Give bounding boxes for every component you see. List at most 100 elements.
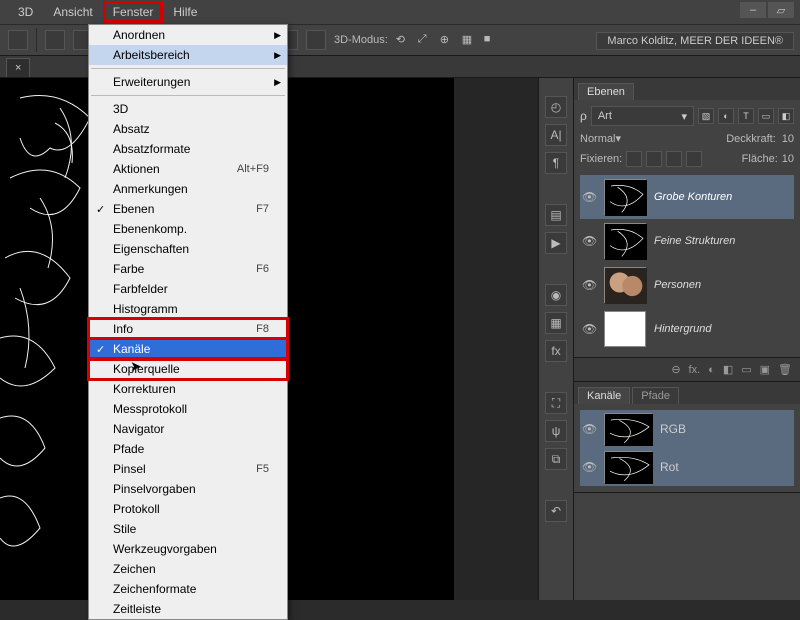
menu-item-pinsel[interactable]: PinselF5 [89,459,287,479]
tool-icon[interactable] [45,30,65,50]
clone-icon[interactable]: ⧉ [545,448,567,470]
visibility-icon[interactable]: 👁 [582,190,596,204]
menu-item-erweiterungen[interactable]: Erweiterungen▶ [89,72,287,92]
menu-hilfe[interactable]: Hilfe [163,1,207,23]
menu-item-kan-le[interactable]: ✓Kanäle [89,339,287,359]
lock-all-icon[interactable] [686,151,702,167]
menu-item-ebenen[interactable]: ✓EbenenF7 [89,199,287,219]
opacity-label: Deckkraft: [726,133,776,145]
3d-icon[interactable]: ⟲ [396,33,410,47]
fenster-dropdown: Anordnen▶Arbeitsbereich▶ Erweiterungen▶ 3D… [88,24,288,620]
filter-adjust-icon[interactable]: ◐ [718,108,734,124]
menu-item-korrekturen[interactable]: Korrekturen [89,379,287,399]
3d-icon[interactable]: ⊕ [440,33,454,47]
layers-footer-icon[interactable]: ▭ [741,363,751,376]
layers-footer-icon[interactable]: ◧ [723,363,733,376]
menu-item-ebenenkomp-[interactable]: Ebenenkomp. [89,219,287,239]
brush-icon[interactable]: ψ [545,420,567,442]
close-icon[interactable]: × [15,62,21,74]
channel-row[interactable]: 👁Rot [580,448,794,486]
menu-item-stile[interactable]: Stile [89,519,287,539]
menu-item-absatzformate[interactable]: Absatzformate [89,139,287,159]
fill-value[interactable]: 10 [782,153,794,165]
kind-icon: ρ [580,109,587,123]
menu-item-werkzeugvorgaben[interactable]: Werkzeugvorgaben [89,539,287,559]
menu-item-arbeitsbereich[interactable]: Arbeitsbereich▶ [89,45,287,65]
history-icon[interactable]: ↶ [545,500,567,522]
filter-pixel-icon[interactable]: ▧ [698,108,714,124]
char-panel-icon[interactable]: A| [545,124,567,146]
filter-shape-icon[interactable]: ▭ [758,108,774,124]
menu-item-protokoll[interactable]: Protokoll [89,499,287,519]
menu-item-zeichenformate[interactable]: Zeichenformate [89,579,287,599]
document-tab[interactable]: × [6,58,30,77]
menu-item-farbe[interactable]: FarbeF6 [89,259,287,279]
lock-trans-icon[interactable] [626,151,642,167]
minimize-button[interactable]: – [740,2,766,18]
layer-row[interactable]: 👁Grobe Konturen [580,175,794,219]
menu-item-zeitleiste[interactable]: Zeitleiste [89,599,287,619]
panel-icon[interactable]: ◴ [545,96,567,118]
menu-ansicht[interactable]: Ansicht [43,1,102,23]
menu-item-histogramm[interactable]: Histogramm [89,299,287,319]
menu-item-info[interactable]: InfoF8 [89,319,287,339]
swatches-icon[interactable]: ◉ [545,284,567,306]
visibility-icon[interactable]: 👁 [582,278,596,292]
tool-icon[interactable] [306,30,326,50]
blend-mode-select[interactable]: Normal▾ [580,132,720,145]
layers-footer-icon[interactable]: fx. [689,364,701,376]
layers-footer-icon[interactable]: ◐ [708,364,715,376]
menu-item-anordnen[interactable]: Anordnen▶ [89,25,287,45]
menu-item-pinselvorgaben[interactable]: Pinselvorgaben [89,479,287,499]
filter-smart-icon[interactable]: ◧ [778,108,794,124]
channel-row[interactable]: 👁RGB [580,410,794,448]
paragraph-panel-icon[interactable]: ¶ [545,152,567,174]
right-panels: Ebenen ρ Art▾ ▧ ◐ T ▭ ◧ Normal▾ [574,78,800,600]
visibility-icon[interactable]: 👁 [582,460,596,474]
tab-pfade[interactable]: Pfade [632,387,679,404]
tab-ebenen[interactable]: Ebenen [578,83,634,100]
opacity-value[interactable]: 10 [782,133,794,145]
layers-footer-icon[interactable]: 🗑 [778,363,792,376]
menu-item-eigenschaften[interactable]: Eigenschaften [89,239,287,259]
maximize-button[interactable]: ▱ [768,2,794,18]
3d-icon[interactable]: ▦ [462,33,476,47]
layers-panel-icon[interactable]: ▤ [545,204,567,226]
menu-item-navigator[interactable]: Navigator [89,419,287,439]
layer-row[interactable]: 👁Personen [580,263,794,307]
adjustments-icon[interactable]: ⛶ [545,392,567,414]
visibility-icon[interactable]: 👁 [582,234,596,248]
menu-item-absatz[interactable]: Absatz [89,119,287,139]
layer-kind-select[interactable]: Art▾ [591,106,694,126]
menu-3d[interactable]: 3D [8,1,43,23]
layer-row[interactable]: 👁Hintergrund [580,307,794,351]
menu-item-anmerkungen[interactable]: Anmerkungen [89,179,287,199]
menu-fenster[interactable]: Fenster [103,1,164,23]
menu-item-zeichen[interactable]: Zeichen [89,559,287,579]
layer-row[interactable]: 👁Feine Strukturen [580,219,794,263]
menu-item-messprotokoll[interactable]: Messprotokoll [89,399,287,419]
tool-preset-icon[interactable] [8,30,28,50]
channels-list: 👁RGB👁Rot [574,404,800,492]
menu-item-kopierquelle[interactable]: Kopierquelle [89,359,287,379]
lock-paint-icon[interactable] [646,151,662,167]
play-icon[interactable]: ▶ [545,232,567,254]
menu-item-farbfelder[interactable]: Farbfelder [89,279,287,299]
lock-pos-icon[interactable] [666,151,682,167]
layers-panel: Ebenen ρ Art▾ ▧ ◐ T ▭ ◧ Normal▾ [574,78,800,382]
brand-label: Marco Kolditz, MEER DER IDEEN® [596,32,794,50]
layers-footer-icon[interactable]: ⊖ [671,363,680,376]
styles-icon[interactable]: ▦ [545,312,567,334]
tab-kanaele[interactable]: Kanäle [578,387,630,404]
menu-item-3d[interactable]: 3D [89,99,287,119]
fx-icon[interactable]: fx [545,340,567,362]
lock-label: Fixieren: [580,153,622,165]
3d-icon[interactable]: ■ [484,33,498,47]
visibility-icon[interactable]: 👁 [582,322,596,336]
visibility-icon[interactable]: 👁 [582,422,596,436]
menu-item-pfade[interactable]: Pfade [89,439,287,459]
menu-item-aktionen[interactable]: AktionenAlt+F9 [89,159,287,179]
3d-icon[interactable]: ⤢ [418,33,432,47]
filter-type-icon[interactable]: T [738,108,754,124]
layers-footer-icon[interactable]: ▣ [760,363,770,376]
